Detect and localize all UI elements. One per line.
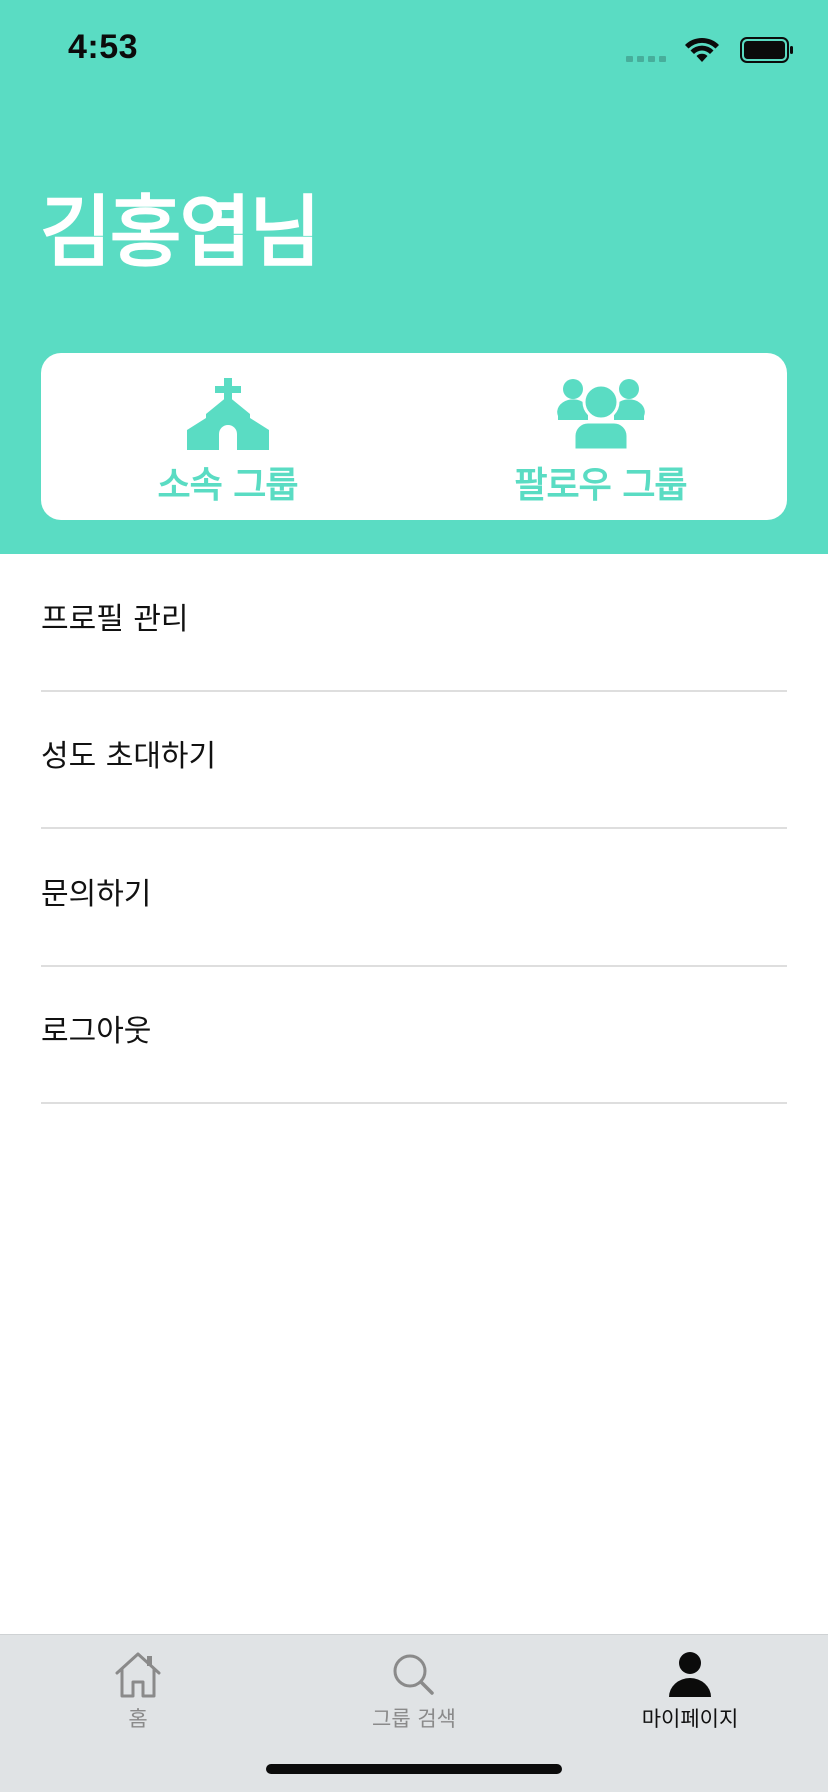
cellular-signal-icon: [626, 38, 666, 62]
tab-label: 홈: [128, 1707, 148, 1731]
people-group-icon: [556, 379, 645, 450]
tab-group-search[interactable]: 그룹 검색: [276, 1635, 552, 1745]
settings-menu: 프로필 관리 성도 초대하기 문의하기 로그아웃: [41, 554, 787, 1104]
wifi-icon: [685, 37, 719, 62]
home-indicator: [266, 1764, 562, 1774]
group-card: 소속 그룹 팔로우 그룹: [41, 353, 787, 520]
menu-item-invite[interactable]: 성도 초대하기: [41, 692, 787, 829]
status-bar: 4:53: [0, 0, 828, 100]
menu-item-label: 프로필 관리: [41, 601, 189, 637]
status-icons: [626, 36, 794, 64]
tab-my-page[interactable]: 마이페이지: [552, 1635, 828, 1745]
menu-item-logout[interactable]: 로그아웃: [41, 967, 787, 1104]
person-icon: [669, 1652, 711, 1697]
menu-item-label: 문의하기: [41, 876, 152, 912]
affiliated-group-button[interactable]: 소속 그룹: [41, 353, 414, 520]
church-icon: [186, 378, 269, 450]
status-time: 4:53: [68, 28, 139, 66]
tab-label: 마이페이지: [641, 1707, 739, 1731]
my-page-screen: 4:53 김홍엽님 소속 그룹 팔로우 그룹 프로필 관리 성도 초대하기 문의…: [0, 0, 828, 1792]
header: 4:53 김홍엽님 소속 그룹 팔로우 그룹: [0, 0, 828, 554]
tab-label: 그룹 검색: [372, 1707, 456, 1731]
menu-item-label: 성도 초대하기: [41, 739, 217, 775]
search-icon: [393, 1654, 434, 1695]
page-title: 김홍엽님: [40, 188, 321, 278]
menu-item-inquiry[interactable]: 문의하기: [41, 829, 787, 967]
affiliated-group-label: 소속 그룹: [157, 465, 298, 506]
tab-home[interactable]: 홈: [0, 1635, 276, 1745]
follow-group-label: 팔로우 그룹: [514, 465, 687, 506]
home-icon: [115, 1652, 161, 1698]
menu-item-label: 로그아웃: [41, 1014, 152, 1050]
menu-item-profile[interactable]: 프로필 관리: [41, 554, 787, 692]
follow-group-button[interactable]: 팔로우 그룹: [414, 353, 787, 520]
battery-icon: [740, 37, 793, 63]
